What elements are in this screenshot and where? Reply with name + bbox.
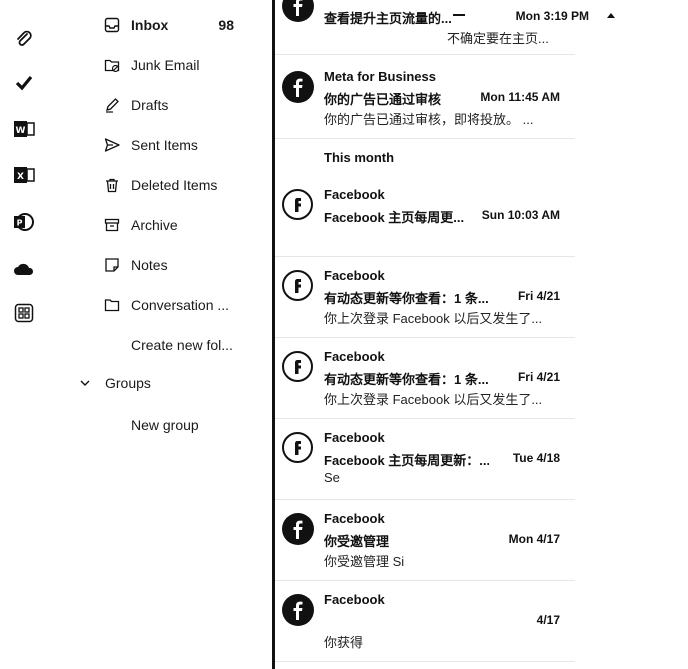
message-subject: 你受邀管理 <box>324 534 390 549</box>
message-item[interactable]: Facebook Facebook 主页每周更... Sun 10:03 AM <box>275 176 575 257</box>
message-sender: Facebook <box>324 511 385 526</box>
folder-icon <box>103 296 121 314</box>
message-preview: Se <box>324 470 340 485</box>
message-item[interactable]: Facebook 你受邀管理 Mon 4/17 你受邀管理 Si <box>275 500 575 581</box>
message-sender: Facebook <box>324 187 385 202</box>
folder-label: Notes <box>131 257 168 273</box>
todo-check-icon[interactable] <box>12 71 36 95</box>
message-item[interactable]: Facebook Facebook 主页每周更新：... Tue 4/18 Se <box>275 419 575 500</box>
message-preview: 不确定要在主页... <box>447 31 549 46</box>
message-time: Mon 4/17 <box>508 532 560 546</box>
chevron-down-icon[interactable] <box>78 376 94 392</box>
message-preview: 你上次登录 Facebook 以后又发生了... <box>324 392 543 407</box>
message-preview: 你上次登录 Facebook 以后又发生了... <box>324 311 543 326</box>
message-subject: Facebook 主页每周更新：... <box>324 453 489 468</box>
junk-icon <box>103 56 121 74</box>
facebook-f-icon <box>282 189 313 220</box>
folder-label: Deleted Items <box>131 177 218 193</box>
message-list: 查看提升主页流量的... Mon 3:19 PM 不确定要在主页... Meta… <box>275 0 688 669</box>
message-subject: 有动态更新等你查看：1 条... <box>324 372 489 387</box>
message-time: Mon 3:19 PM <box>515 9 589 23</box>
facebook-f-icon <box>282 270 313 301</box>
meta-f-icon <box>282 594 314 626</box>
message-subject: 查看提升主页流量的... <box>324 11 452 26</box>
folder-junk-email[interactable]: Junk Email <box>50 50 270 80</box>
message-preview: 你的广告已通过审核，即将投放。 ... <box>324 112 534 127</box>
folder-pane: Inbox 98 Junk Email Drafts Sent Items De… <box>50 0 270 669</box>
create-new-folder-link[interactable]: Create new fol... <box>131 337 233 353</box>
message-item[interactable]: Meta for Business 你的广告已通过审核 Mon 11:45 AM… <box>275 58 575 139</box>
trash-icon <box>103 176 121 194</box>
message-time: Mon 11:45 AM <box>480 90 560 104</box>
apps-grid-icon[interactable] <box>12 301 36 325</box>
message-sender: Facebook <box>324 592 385 607</box>
powerpoint-icon[interactable]: P <box>12 210 36 234</box>
message-sender: Facebook <box>324 430 385 445</box>
svg-text:X: X <box>17 172 24 182</box>
sent-icon <box>103 136 121 154</box>
message-subject: 你的广告已通过审核 <box>324 92 442 107</box>
message-time: Sun 10:03 AM <box>481 208 560 222</box>
scroll-up-arrow-icon[interactable] <box>607 13 615 18</box>
meta-f-icon <box>282 71 314 103</box>
message-time: Fri 4/21 <box>517 370 560 384</box>
app-rail: W X P <box>0 0 50 669</box>
message-preview: 你受邀管理 Si <box>324 554 405 569</box>
message-sender: Meta for Business <box>324 69 436 84</box>
folder-inbox[interactable]: Inbox 98 <box>50 10 270 40</box>
unread-count: 98 <box>218 17 234 33</box>
message-time: 4/17 <box>536 613 560 627</box>
onedrive-icon[interactable] <box>12 257 36 281</box>
message-subject: Facebook 主页每周更... <box>324 210 465 225</box>
folder-deleted-items[interactable]: Deleted Items <box>50 170 270 200</box>
drafts-icon <box>103 96 121 114</box>
section-header-this-month: This month <box>324 150 395 165</box>
folder-conversation-history[interactable]: Conversation ... <box>50 290 270 320</box>
word-icon[interactable]: W <box>12 117 36 141</box>
folder-archive[interactable]: Archive <box>50 210 270 240</box>
message-item[interactable]: Facebook 4/17 你获得 <box>275 581 575 662</box>
svg-text:P: P <box>17 219 23 228</box>
folder-sent-items[interactable]: Sent Items <box>50 130 270 160</box>
meta-f-icon <box>282 513 314 545</box>
header-underline <box>453 14 465 16</box>
groups-header[interactable]: Groups <box>105 375 151 391</box>
message-subject: 有动态更新等你查看：1 条... <box>324 291 489 306</box>
folder-label: Sent Items <box>131 137 198 153</box>
new-group-link[interactable]: New group <box>131 417 199 433</box>
archive-icon <box>103 216 121 234</box>
excel-icon[interactable]: X <box>12 163 36 187</box>
folder-label: Drafts <box>131 97 169 113</box>
facebook-f-icon <box>282 351 313 382</box>
folder-label: Junk Email <box>131 57 200 73</box>
message-time: Fri 4/21 <box>517 289 560 303</box>
folder-label: Conversation ... <box>131 297 230 313</box>
message-time: Tue 4/18 <box>512 451 560 465</box>
inbox-icon <box>103 16 121 34</box>
folder-notes[interactable]: Notes <box>50 250 270 280</box>
message-item[interactable]: Facebook 有动态更新等你查看：1 条... Fri 4/21 你上次登录… <box>275 338 575 419</box>
folder-drafts[interactable]: Drafts <box>50 90 270 120</box>
message-sender: Facebook <box>324 349 385 364</box>
paperclip-icon[interactable] <box>12 27 36 51</box>
facebook-f-icon <box>282 0 314 22</box>
facebook-f-icon <box>282 432 313 463</box>
folder-label: Inbox <box>131 17 169 33</box>
message-item[interactable]: Facebook 有动态更新等你查看：1 条... Fri 4/21 你上次登录… <box>275 257 575 338</box>
folder-label: Archive <box>131 217 178 233</box>
message-sender: Facebook <box>324 268 385 283</box>
svg-text:W: W <box>16 126 26 136</box>
message-preview: 你获得 <box>324 635 364 650</box>
message-item[interactable]: 查看提升主页流量的... Mon 3:19 PM 不确定要在主页... <box>275 0 589 55</box>
notes-icon <box>103 256 121 274</box>
